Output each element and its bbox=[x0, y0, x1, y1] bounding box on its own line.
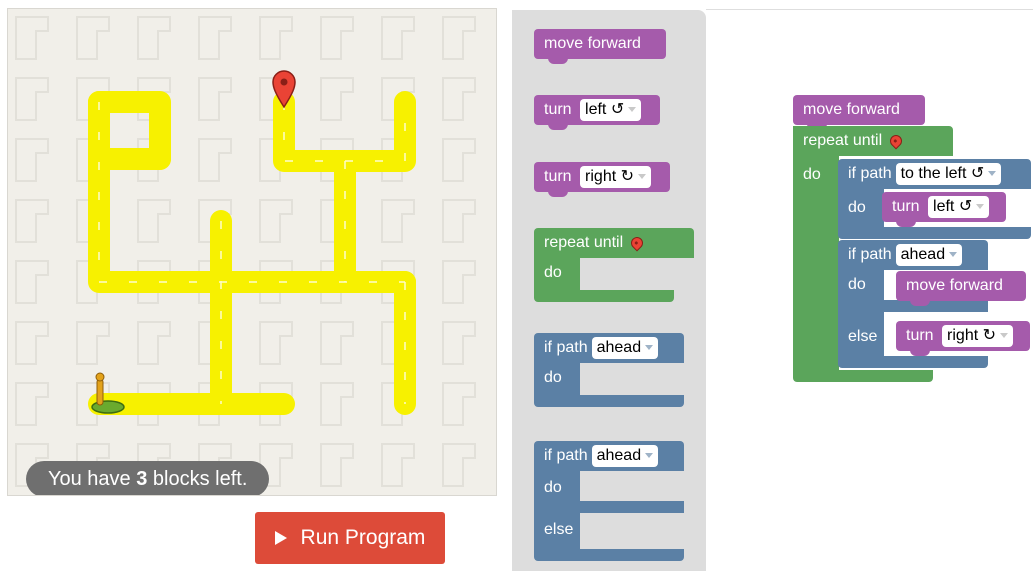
maze-canvas: You have 3 blocks left. bbox=[7, 8, 497, 496]
block-label: move forward bbox=[906, 277, 1003, 294]
block-label: turn bbox=[892, 198, 920, 215]
block-label: repeat until bbox=[544, 234, 624, 251]
else-divider bbox=[580, 501, 684, 513]
block-spine bbox=[793, 156, 839, 370]
repeat-until-header: repeat until bbox=[534, 228, 694, 258]
goal-marker-icon bbox=[887, 132, 905, 150]
path-dropdown[interactable]: ahead bbox=[591, 445, 659, 467]
block-foot bbox=[534, 549, 684, 561]
block-label: move forward bbox=[544, 35, 641, 52]
direction-dropdown[interactable]: right ↻ bbox=[580, 166, 652, 188]
chevron-down-icon bbox=[645, 453, 654, 459]
toolbox-move-forward-block[interactable]: move forward bbox=[534, 29, 666, 64]
block-foot bbox=[838, 356, 988, 368]
dropdown-value: left ↺ bbox=[933, 198, 973, 215]
else-divider bbox=[884, 300, 988, 312]
blocks-left-prefix: You have bbox=[48, 468, 137, 490]
do-label: do bbox=[803, 166, 821, 183]
repeat-until-header: repeat until bbox=[793, 126, 953, 156]
do-label: do bbox=[848, 199, 866, 216]
block-label: repeat until bbox=[803, 132, 883, 149]
else-label: else bbox=[848, 328, 878, 345]
block-foot bbox=[534, 395, 684, 407]
chevron-down-icon bbox=[988, 171, 997, 177]
path-dropdown[interactable]: to the left ↺ bbox=[895, 163, 1002, 185]
chevron-down-icon bbox=[1000, 333, 1009, 339]
toolbox-turn-right-block[interactable]: turn right ↻ bbox=[534, 162, 670, 197]
run-program-button[interactable]: Run Program bbox=[255, 512, 445, 564]
chevron-down-icon bbox=[976, 204, 985, 210]
do-label: do bbox=[544, 264, 562, 281]
chevron-down-icon bbox=[628, 107, 637, 113]
if-ahead-header: if path ahead bbox=[838, 240, 988, 270]
do-label: do bbox=[544, 369, 562, 386]
dropdown-value: right ↻ bbox=[947, 327, 997, 344]
block-foot bbox=[838, 227, 1031, 239]
program-move-forward-block[interactable]: move forward bbox=[793, 95, 925, 130]
toolbox-if-else-block[interactable]: if path ahead do else bbox=[534, 441, 684, 561]
blocks-left-count: 3 bbox=[136, 468, 148, 490]
play-icon bbox=[274, 531, 287, 545]
if-else-header: if path ahead bbox=[534, 441, 684, 471]
workspace-top-border bbox=[706, 9, 1033, 10]
block-label: if path bbox=[544, 447, 588, 464]
block-label: turn bbox=[544, 101, 572, 118]
dropdown-value: right ↻ bbox=[585, 168, 635, 185]
block-label: move forward bbox=[803, 101, 900, 118]
dropdown-value: left ↺ bbox=[585, 101, 625, 118]
block-label: turn bbox=[544, 168, 572, 185]
toolbox-turn-left-block[interactable]: turn left ↺ bbox=[534, 95, 660, 130]
do-label: do bbox=[848, 276, 866, 293]
toolbox-if-path-block[interactable]: if path ahead do bbox=[534, 333, 684, 407]
program-inner-move-forward-block[interactable]: move forward bbox=[896, 271, 1026, 306]
blocks-left-suffix: blocks left. bbox=[147, 468, 248, 490]
path-dropdown[interactable]: ahead bbox=[895, 244, 963, 266]
block-foot bbox=[534, 290, 674, 302]
program-turn-right-block[interactable]: turn right ↻ bbox=[896, 321, 1030, 356]
run-program-label: Run Program bbox=[300, 526, 426, 549]
path-dropdown[interactable]: ahead bbox=[591, 337, 659, 359]
block-label: if path bbox=[848, 246, 892, 263]
chevron-down-icon bbox=[949, 252, 958, 258]
dropdown-value: ahead bbox=[596, 339, 642, 356]
if-left-header: if path to the left ↺ bbox=[838, 159, 1031, 189]
maze-background-tiles bbox=[8, 9, 496, 495]
block-label: if path bbox=[848, 165, 892, 182]
program-turn-left-block[interactable]: turn left ↺ bbox=[882, 192, 1006, 227]
if-path-header: if path ahead bbox=[534, 333, 684, 363]
direction-dropdown[interactable]: left ↺ bbox=[928, 196, 990, 218]
maze-board bbox=[8, 9, 496, 495]
block-foot bbox=[793, 370, 933, 382]
dropdown-value: ahead bbox=[596, 447, 642, 464]
dropdown-value: ahead bbox=[900, 246, 946, 263]
dropdown-value: to the left ↺ bbox=[900, 165, 985, 182]
goal-marker-icon bbox=[628, 234, 646, 252]
do-label: do bbox=[544, 479, 562, 496]
block-label: if path bbox=[544, 339, 588, 356]
chevron-down-icon bbox=[645, 345, 654, 351]
chevron-down-icon bbox=[638, 174, 647, 180]
block-label: turn bbox=[906, 327, 934, 344]
direction-dropdown[interactable]: left ↺ bbox=[580, 99, 642, 121]
blocks-left-status: You have 3 blocks left. bbox=[26, 461, 270, 495]
direction-dropdown[interactable]: right ↻ bbox=[942, 325, 1014, 347]
else-label: else bbox=[544, 521, 574, 538]
toolbox-repeat-until-block[interactable]: repeat until do bbox=[534, 228, 694, 302]
